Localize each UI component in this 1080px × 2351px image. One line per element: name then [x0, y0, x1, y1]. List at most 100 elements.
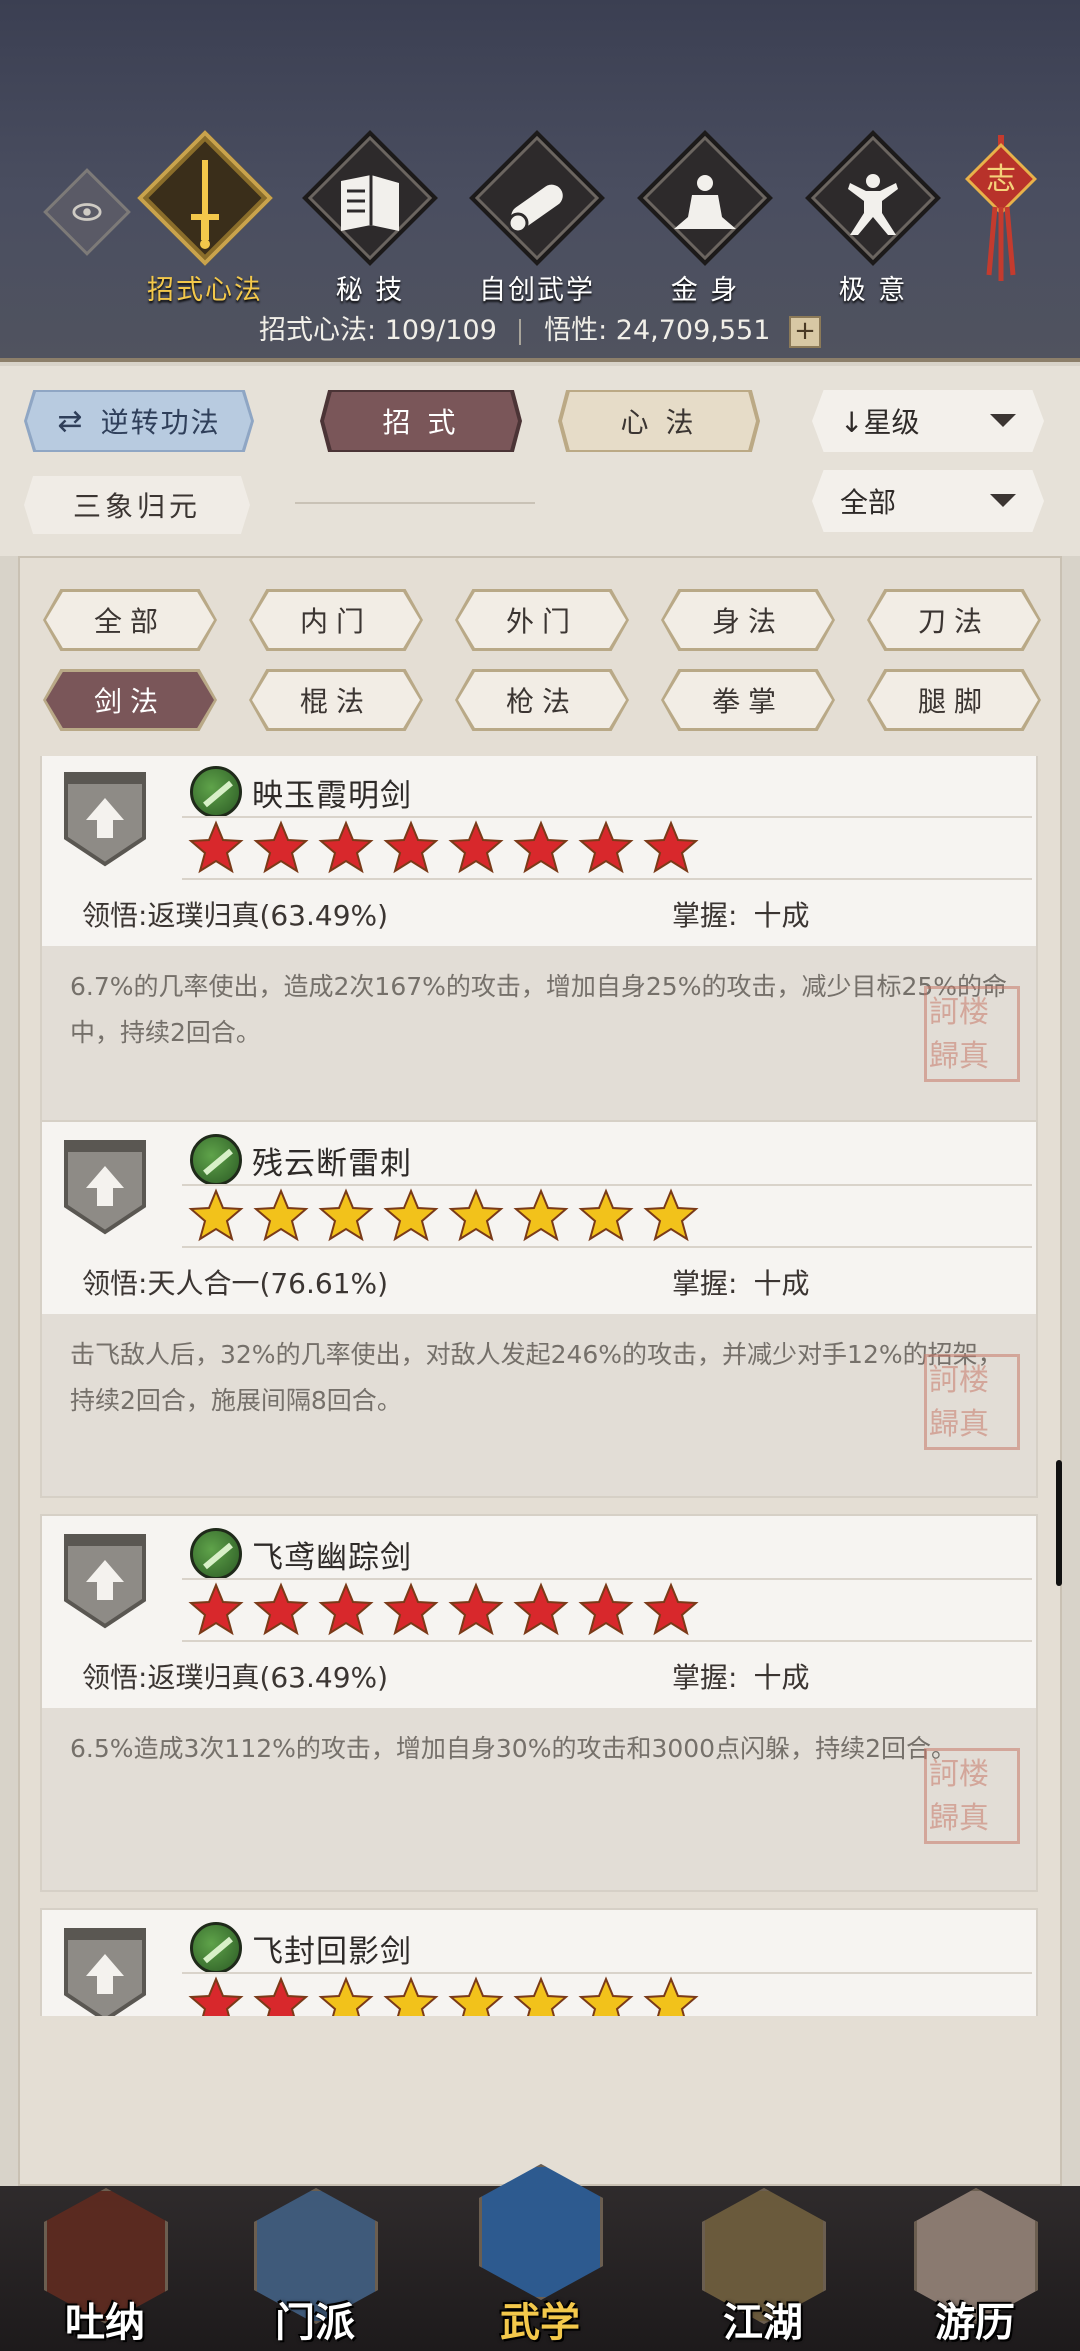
tab-ultimate[interactable]: 极 意: [803, 130, 943, 307]
knot-ornament-button[interactable]: 志: [964, 135, 1038, 285]
seal-stamp: 訶楼歸真: [924, 1748, 1020, 1844]
sort-label: ↓星级: [840, 406, 920, 439]
nav-travel[interactable]: 游历: [900, 2186, 1050, 2351]
skill-name: 飞封回影剑: [252, 1934, 412, 1970]
chevron-down-icon: [990, 494, 1016, 507]
category-fist[interactable]: 拳掌: [661, 669, 835, 731]
tab-self-created[interactable]: 自创武学: [467, 130, 607, 307]
gold-star-icon: [578, 1188, 634, 1244]
nav-label: 门派: [275, 2299, 355, 2346]
category-label: 腿脚: [870, 672, 1038, 728]
category-label: 全部: [46, 592, 214, 648]
red-star-icon: [253, 820, 309, 876]
nav-label: 武学: [500, 2299, 580, 2346]
skill-card[interactable]: 残云断雷刺领悟:天人合一(76.61%) 掌握: 十成击飞敌人后，32%的几率使出，…: [40, 1120, 1038, 1498]
category-staff[interactable]: 棍法: [249, 669, 423, 731]
skill-description: 击飞敌人后，32%的几率使出，对敌人发起246%的攻击，并减少对手12%的招架，…: [42, 1314, 1036, 1496]
seal-stamp: 訶楼歸真: [924, 986, 1020, 1082]
tab-moves-xinfa[interactable]: 招式心法: [135, 130, 275, 307]
divider: [519, 318, 522, 345]
red-star-icon: [253, 1582, 309, 1638]
red-star-icon: [188, 820, 244, 876]
sword-skill-icon: [190, 1528, 242, 1580]
skill-card[interactable]: 映玉霞明剑 领悟:返璞归真(63.49%) 掌握: 十成 6.7%的几率使出，造成2次1…: [40, 756, 1038, 1130]
gold-star-icon: [448, 1188, 504, 1244]
nav-tuna[interactable]: 吐纳: [30, 2186, 180, 2351]
gold-star-icon: [253, 1188, 309, 1244]
red-star-icon: [513, 1582, 569, 1638]
tab-xinfa[interactable]: 心 法: [562, 392, 756, 450]
gold-star-icon: [513, 1188, 569, 1244]
swap-icon: ⇄: [57, 403, 87, 439]
decorative-divider: [295, 502, 535, 504]
upgrade-shield-icon[interactable]: [62, 1530, 148, 1630]
category-blade[interactable]: 刀法: [867, 589, 1041, 651]
add-wuxing-button[interactable]: +: [788, 315, 821, 348]
tab-label: 极 意: [838, 275, 908, 306]
red-star-icon: [578, 820, 634, 876]
tab-moves[interactable]: 招 式: [324, 392, 518, 450]
nav-label: 游历: [935, 2299, 1015, 2346]
bottom-nav: 吐纳 门派 武学 江湖 游历: [0, 2164, 1080, 2351]
star-rating: [182, 1578, 1032, 1642]
chevron-down-icon: [990, 414, 1016, 427]
comprehension-value: 天人合一(76.61%): [147, 1267, 389, 1300]
martial-pose-icon: [803, 170, 943, 240]
gold-star-icon: [318, 1188, 374, 1244]
mastery-label: 掌握:: [672, 1267, 738, 1300]
category-label: 内门: [252, 592, 420, 648]
comprehension-label: 领悟:: [82, 899, 148, 932]
category-sword[interactable]: 剑法: [43, 669, 217, 731]
moves-count-value: 109/109: [384, 315, 497, 346]
upgrade-shield-icon[interactable]: [62, 1136, 148, 1236]
category-label: 刀法: [870, 592, 1038, 648]
red-star-icon: [383, 820, 439, 876]
mastery-value: 十成: [753, 899, 810, 932]
red-star-icon: [188, 1582, 244, 1638]
eye-toggle-button[interactable]: [43, 168, 131, 256]
sort-dropdown[interactable]: ↓星级: [812, 390, 1044, 452]
tab-label: 秘 技: [335, 275, 405, 306]
upgrade-shield-icon[interactable]: [62, 768, 148, 868]
tab-secret-skills[interactable]: 秘 技: [300, 130, 440, 307]
mastery: 掌握: 十成: [672, 894, 809, 934]
gold-star-icon: [188, 1188, 244, 1244]
tab-golden-body[interactable]: 金 身: [635, 130, 775, 307]
gold-star-icon: [643, 1188, 699, 1244]
reverse-skill-button[interactable]: ⇄ 逆转功法: [27, 392, 251, 450]
gold-star-icon: [383, 1188, 439, 1244]
scope-dropdown[interactable]: 全部: [812, 470, 1044, 532]
mastery-value: 十成: [753, 1267, 810, 1300]
sanxiang-button[interactable]: 三象归元: [24, 476, 250, 534]
comprehension-label: 领悟:: [82, 1661, 148, 1694]
category-outer[interactable]: 外门: [455, 589, 629, 651]
upgrade-shield-icon[interactable]: [62, 1924, 148, 2016]
skill-name: 残云断雷刺: [252, 1146, 412, 1182]
category-spear[interactable]: 枪法: [455, 669, 629, 731]
scope-label: 全部: [840, 486, 897, 519]
nav-sect[interactable]: 门派: [240, 2186, 390, 2351]
nav-martial[interactable]: 武学: [465, 2164, 615, 2351]
mastery-value: 十成: [753, 1661, 810, 1694]
red-star-icon: [383, 1582, 439, 1638]
nav-jianghu[interactable]: 江湖: [688, 2186, 838, 2351]
category-label: 拳掌: [664, 672, 832, 728]
skill-card[interactable]: 飞鸢幽踪剑 领悟:返璞归真(63.49%) 掌握: 十成 6.5%造成3次112%的攻击…: [40, 1514, 1038, 1892]
wuxing-value: 24,709,551: [615, 315, 771, 346]
category-inner[interactable]: 内门: [249, 589, 423, 651]
category-label: 身法: [664, 592, 832, 648]
comprehension-label: 领悟:: [82, 1267, 148, 1300]
sword-skill-icon: [190, 1134, 242, 1186]
mastery-label: 掌握:: [672, 899, 738, 932]
category-all[interactable]: 全部: [43, 589, 217, 651]
red-star-icon: [448, 820, 504, 876]
nav-label: 吐纳: [65, 2299, 145, 2346]
category-movement[interactable]: 身法: [661, 589, 835, 651]
stats-bar: 招式心法: 109/109 悟性: 24,709,551 +: [0, 308, 1080, 348]
category-leg[interactable]: 腿脚: [867, 669, 1041, 731]
skill-name: 映玉霞明剑: [252, 778, 412, 814]
skill-description: 6.7%的几率使出，造成2次167%的攻击，增加自身25%的攻击，减少目标25%…: [42, 946, 1036, 1128]
scrollbar[interactable]: [1056, 1460, 1062, 1586]
skill-description: 6.5%造成3次112%的攻击，增加自身30%的攻击和3000点闪躲，持续2回合…: [42, 1708, 1036, 1890]
sword-skill-icon: [190, 766, 242, 818]
